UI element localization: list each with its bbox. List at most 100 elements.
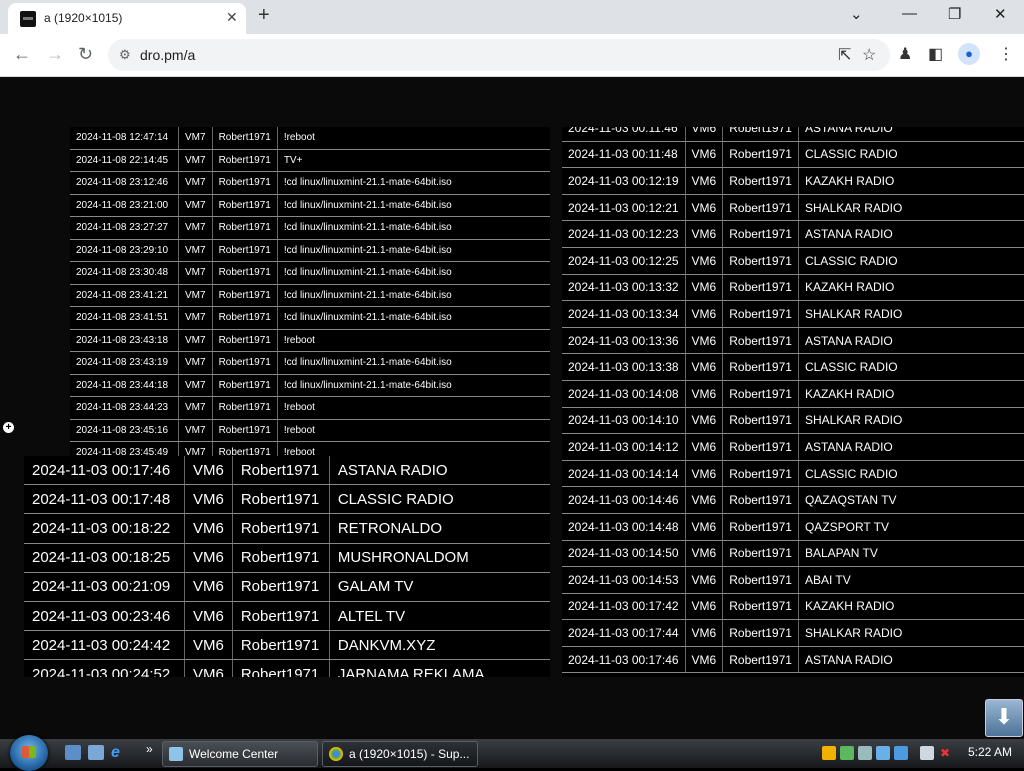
table-row: 2024-11-03 00:14:50 VM6 Robert1971 BALAPAN … — [562, 540, 1024, 568]
close-window-button[interactable]: ✕ — [994, 5, 1007, 23]
user-cell: Robert1971 — [232, 543, 330, 573]
address-bar[interactable]: ⚙ dro.pm/a ⇱ ☆ — [108, 39, 890, 71]
timestamp-cell: 2024-11-03 00:11:48 — [562, 141, 686, 169]
extension-icon[interactable]: ♟ — [898, 44, 912, 64]
url-text[interactable]: dro.pm/a — [140, 47, 195, 63]
command-cell: ASTANA RADIO — [329, 456, 550, 486]
timestamp-cell: 2024-11-03 00:21:09 — [24, 572, 185, 602]
tab-title: a (1920×1015) — [44, 11, 123, 25]
vm-cell: VM7 — [178, 194, 213, 217]
clock[interactable]: 5:22 AM — [968, 745, 1012, 759]
big-log-panel: 2024-11-03 00:17:46 VM6 Robert1971 ASTANA R… — [24, 456, 550, 677]
command-cell: ABAI TV — [798, 566, 1024, 594]
top-log-panel: 2024-11-08 12:47:14 VM7 Robert1971 !reboot 2… — [70, 127, 550, 471]
star-icon[interactable]: ☆ — [862, 45, 876, 65]
timestamp-cell: 2024-11-03 00:12:25 — [562, 247, 686, 275]
switch-windows-icon[interactable] — [88, 745, 104, 760]
taskbar: e » Welcome Center a (1920×1015) - Sup..… — [0, 735, 1024, 771]
user-cell: Robert1971 — [212, 396, 278, 420]
show-desktop-icon[interactable] — [65, 745, 81, 760]
command-cell: KAZAKH RADIO — [798, 380, 1024, 408]
timestamp-cell: 2024-11-08 23:12:46 — [70, 171, 179, 195]
table-row: 2024-11-03 00:13:34 VM6 Robert1971 SHALKAR … — [562, 300, 1024, 328]
vm-cell: VM6 — [184, 484, 233, 515]
device-icon[interactable] — [858, 746, 872, 760]
task-welcome-center[interactable]: Welcome Center — [162, 741, 318, 767]
table-row: 2024-11-08 23:43:18 VM7 Robert1971 !reboot — [70, 329, 550, 352]
kebab-menu-icon[interactable]: ⋮ — [998, 44, 1014, 64]
side-panel-icon[interactable]: ◧ — [928, 44, 943, 64]
table-row: 2024-11-08 23:44:18 VM7 Robert1971 !cd linu… — [70, 374, 550, 397]
vm-cell: VM7 — [178, 261, 213, 285]
display-icon[interactable] — [894, 746, 908, 760]
vm-cell: VM7 — [178, 419, 213, 442]
download-button[interactable]: ⬇ — [985, 699, 1023, 737]
command-cell: KAZAKH RADIO — [798, 167, 1024, 195]
forward-arrow-icon[interactable]: → — [46, 44, 64, 65]
user-cell: Robert1971 — [212, 127, 278, 150]
minimize-button[interactable]: — — [902, 5, 917, 22]
vm-cell: VM6 — [184, 630, 233, 661]
crosshair-icon[interactable]: + — [3, 422, 14, 433]
vm-cell: VM6 — [685, 127, 724, 142]
table-row: 2024-11-03 00:11:48 VM6 Robert1971 CLASSIC … — [562, 141, 1024, 169]
table-row: 2024-11-03 00:21:09 VM6 Robert1971 GALAM TV — [24, 572, 550, 602]
table-row: 2024-11-03 00:14:08 VM6 Robert1971 KAZAKH R… — [562, 380, 1024, 408]
update-icon[interactable] — [876, 746, 890, 760]
user-cell: Robert1971 — [232, 484, 330, 515]
back-arrow-icon[interactable]: ← — [13, 44, 31, 65]
reload-icon[interactable]: ↻ — [78, 44, 93, 65]
right-log-table: 2024-11-03 00:11:46 VM6 Robert1971 ASTANA R… — [562, 127, 1024, 674]
vm-cell: VM7 — [178, 171, 213, 195]
timestamp-cell: 2024-11-08 23:44:23 — [70, 396, 179, 420]
table-row: 2024-11-08 23:41:51 VM7 Robert1971 !cd linu… — [70, 306, 550, 330]
tab-search-button[interactable]: ⌄ — [850, 5, 863, 23]
vm-cell: VM6 — [685, 380, 724, 408]
profile-icon[interactable]: ● — [958, 43, 980, 65]
user-cell: Robert1971 — [232, 513, 330, 544]
page-viewport: 2024-11-03 00:11:46 VM6 Robert1971 ASTANA R… — [0, 77, 1024, 739]
network-status-icon[interactable] — [920, 746, 934, 760]
command-cell: ASTANA RADIO — [798, 127, 1024, 142]
security-shield-icon[interactable] — [822, 746, 836, 760]
windows-start-icon[interactable] — [10, 735, 48, 771]
browser-tab[interactable]: a (1920×1015) ✕ — [8, 3, 246, 34]
user-cell: Robert1971 — [722, 247, 799, 275]
timestamp-cell: 2024-11-08 23:43:19 — [70, 351, 179, 375]
timestamp-cell: 2024-11-03 00:14:50 — [562, 540, 686, 568]
timestamp-cell: 2024-11-03 00:17:46 — [562, 646, 686, 674]
table-row: 2024-11-03 00:13:38 VM6 Robert1971 CLASSIC … — [562, 353, 1024, 381]
command-cell: !cd linux/linuxmint-21.1-mate-64bit.iso — [277, 306, 550, 330]
restore-button[interactable]: ❐ — [948, 5, 961, 23]
table-row: 2024-11-03 00:23:46 VM6 Robert1971 ALTEL TV — [24, 601, 550, 632]
share-icon[interactable]: ⇱ — [838, 45, 851, 65]
command-cell: GALAM TV — [329, 572, 550, 602]
table-row: 2024-11-08 23:21:00 VM7 Robert1971 !cd linu… — [70, 194, 550, 217]
table-row: 2024-11-08 23:41:21 VM7 Robert1971 !cd linu… — [70, 284, 550, 307]
new-tab-button[interactable]: + — [258, 4, 270, 27]
task-browser[interactable]: a (1920×1015) - Sup... — [322, 741, 478, 767]
site-settings-icon[interactable]: ⚙ — [119, 47, 131, 63]
table-row: 2024-11-03 00:24:52 VM6 Robert1971 JARNAMA … — [24, 659, 550, 677]
user-cell: Robert1971 — [212, 194, 278, 217]
vm-cell: VM6 — [685, 513, 724, 541]
volume-muted-icon[interactable]: ✖ — [940, 746, 954, 760]
network-icon[interactable] — [840, 746, 854, 760]
table-row: 2024-11-03 00:14:46 VM6 Robert1971 QAZAQSTA… — [562, 486, 1024, 514]
user-cell: Robert1971 — [212, 374, 278, 397]
timestamp-cell: 2024-11-03 00:17:44 — [562, 619, 686, 647]
vm-cell: VM7 — [178, 306, 213, 330]
vm-cell: VM6 — [184, 456, 233, 486]
internet-explorer-icon[interactable]: e — [111, 745, 127, 761]
command-cell: ALTEL TV — [329, 601, 550, 632]
vm-cell: VM6 — [685, 220, 724, 248]
tab-close-button[interactable]: ✕ — [226, 9, 238, 26]
quicklaunch-overflow[interactable]: » — [146, 742, 153, 756]
timestamp-cell: 2024-11-08 23:41:21 — [70, 284, 179, 307]
vm-cell: VM6 — [184, 543, 233, 573]
timestamp-cell: 2024-11-03 00:14:46 — [562, 486, 686, 514]
vm-cell: VM7 — [178, 239, 213, 262]
vm-cell: VM6 — [184, 659, 233, 677]
user-cell: Robert1971 — [212, 261, 278, 285]
command-cell: CLASSIC RADIO — [798, 353, 1024, 381]
